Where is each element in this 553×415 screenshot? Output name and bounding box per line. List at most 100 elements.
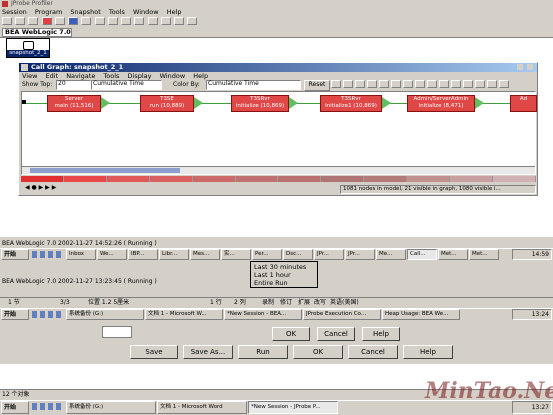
taskbar-button[interactable]: Dsc... [283, 249, 313, 260]
back-icon[interactable] [367, 80, 377, 88]
cg-menu-help[interactable]: Help [193, 72, 208, 80]
taskbar-button[interactable]: JPr... [345, 249, 375, 260]
isolate-icon[interactable] [427, 80, 437, 88]
quick-launch-icons[interactable] [32, 403, 62, 410]
forward-icon[interactable] [379, 80, 389, 88]
taskbar-button[interactable]: Libr... [159, 249, 189, 260]
graph-scrollbar[interactable] [22, 166, 535, 174]
menu-tools[interactable]: Tools [109, 8, 125, 16]
heap-icon[interactable] [94, 17, 105, 25]
close-icon[interactable] [527, 64, 533, 70]
taskbar-button[interactable]: Mes... [190, 249, 220, 260]
taskbar-button[interactable]: 文档 1 - Microsoft W... [145, 309, 223, 320]
menu-window[interactable]: Window [133, 8, 159, 16]
method-icon[interactable] [121, 17, 132, 25]
zoom-icon[interactable] [160, 17, 171, 25]
start-button[interactable]: 开始 [1, 401, 29, 414]
menu-session[interactable]: Session [2, 8, 27, 16]
graph-node-partial[interactable]: Ad [510, 95, 537, 112]
cg-menu-tools[interactable]: Tools [103, 72, 119, 80]
taskbar-button[interactable]: JPr... [314, 249, 344, 260]
save-as-button[interactable]: Save As... [183, 345, 233, 359]
taskbar-button[interactable]: Met... [438, 249, 468, 260]
taskbar-button[interactable]: Call... [407, 249, 437, 260]
session-tab[interactable]: BEA WebLogic 7.0 [2, 28, 72, 37]
metric-select[interactable]: Cumulative Time [91, 80, 162, 90]
save-icon[interactable] [28, 17, 39, 25]
dialog-input[interactable] [102, 326, 132, 338]
start-button[interactable]: 开始 [1, 249, 29, 260]
scroll-thumb[interactable] [30, 168, 180, 173]
taskbar-button[interactable]: *New Session - BEA... [224, 309, 302, 320]
cancel-button[interactable]: Cancel [317, 327, 355, 341]
print-icon[interactable] [487, 80, 497, 88]
layout-icon[interactable] [451, 80, 461, 88]
source-icon[interactable] [134, 17, 145, 25]
focus-icon[interactable] [415, 80, 425, 88]
start-button[interactable]: 开始 [1, 309, 29, 320]
graph-node-main[interactable]: Server main (11,516) [47, 95, 101, 112]
menu-item-entire-run[interactable]: Entire Run [254, 279, 314, 287]
taskbar-button[interactable]: Met... [469, 249, 499, 260]
graph-node-initialize[interactable]: T3SRvr initialize (10,869) [231, 95, 289, 112]
expand-icon[interactable] [403, 80, 413, 88]
cg-menu-navigate[interactable]: Navigate [66, 72, 95, 80]
info-icon[interactable] [499, 80, 509, 88]
graph-node-run[interactable]: T3SE run (10,889) [140, 95, 194, 112]
graph-node-admin[interactable]: Admin/ServerAdmin initialize (8,471) [407, 95, 475, 112]
run-button[interactable]: Run [238, 345, 288, 359]
taskbar-button[interactable]: 系统备份 (G:) [66, 309, 144, 320]
quick-launch-icons[interactable] [32, 311, 62, 318]
menu-snapshot[interactable]: Snapshot [70, 8, 100, 16]
help-button-2[interactable]: Help [403, 345, 453, 359]
nav-dots[interactable]: ◀ ● ▶ ▶ ▶ [25, 184, 56, 191]
help-button[interactable]: Help [362, 327, 400, 341]
quick-launch-icons[interactable] [32, 251, 62, 258]
reset-button[interactable]: Reset [304, 80, 330, 91]
cg-menu-view[interactable]: View [22, 72, 37, 80]
graph-node-initialize1[interactable]: T3SRvr initialize1 (10,869) [320, 95, 382, 112]
menu-item-last-hour[interactable]: Last 1 hour [254, 271, 314, 279]
taskbar-button[interactable]: JProbe Execution Co... [303, 309, 381, 320]
menu-item-last-30[interactable]: Last 30 minutes [254, 263, 314, 271]
color-by-select[interactable]: Cumulative Time [206, 80, 301, 90]
cg-menu-display[interactable]: Display [128, 72, 152, 80]
menu-program[interactable]: Program [35, 8, 62, 16]
help-icon[interactable] [187, 17, 198, 25]
zoom-in-icon[interactable] [331, 80, 341, 88]
taskbar-button[interactable]: Heap Usage: BEA We... [382, 309, 460, 320]
settings-icon[interactable] [147, 17, 158, 25]
taskbar-button[interactable]: 文档 1 - Microsoft Word [157, 401, 247, 414]
taskbar-button[interactable]: 实... [221, 249, 251, 260]
save-button[interactable]: Save [130, 345, 178, 359]
ok-button[interactable]: OK [272, 327, 310, 341]
zoom-out-icon[interactable] [343, 80, 353, 88]
callgraph-icon[interactable] [107, 17, 118, 25]
taskbar-button[interactable]: 系统备份 (G:) [66, 401, 156, 414]
stop-icon[interactable] [54, 17, 65, 25]
call-graph-canvas[interactable]: Server main (11,516) T3SE run (10,889) T3S… [21, 91, 537, 175]
find-icon[interactable] [463, 80, 473, 88]
open-icon[interactable] [15, 17, 26, 25]
snapshot-icon[interactable] [68, 17, 79, 25]
cancel-button-2[interactable]: Cancel [348, 345, 398, 359]
record-icon[interactable] [41, 17, 52, 25]
cg-menu-edit[interactable]: Edit [46, 72, 59, 80]
fit-icon[interactable] [355, 80, 365, 88]
taskbar-button[interactable]: We... [97, 249, 127, 260]
merge-icon[interactable] [439, 80, 449, 88]
taskbar-button[interactable]: *New Session - JProbe P... [248, 401, 338, 414]
ok-button-2[interactable]: OK [293, 345, 343, 359]
gc-icon[interactable] [81, 17, 92, 25]
taskbar-button[interactable]: Me... [376, 249, 406, 260]
menu-help[interactable]: Help [167, 8, 182, 16]
new-icon[interactable] [2, 17, 12, 25]
snapshot-icon-box[interactable]: snapshot_2_1 [6, 38, 50, 58]
minimize-icon[interactable] [517, 64, 523, 70]
export-icon[interactable] [475, 80, 485, 88]
taskbar-button[interactable]: Inbox [66, 249, 96, 260]
prune-icon[interactable] [391, 80, 401, 88]
filter-icon[interactable] [174, 17, 185, 25]
cg-menu-window[interactable]: Window [160, 72, 186, 80]
show-top-select[interactable]: 20 [56, 80, 91, 90]
